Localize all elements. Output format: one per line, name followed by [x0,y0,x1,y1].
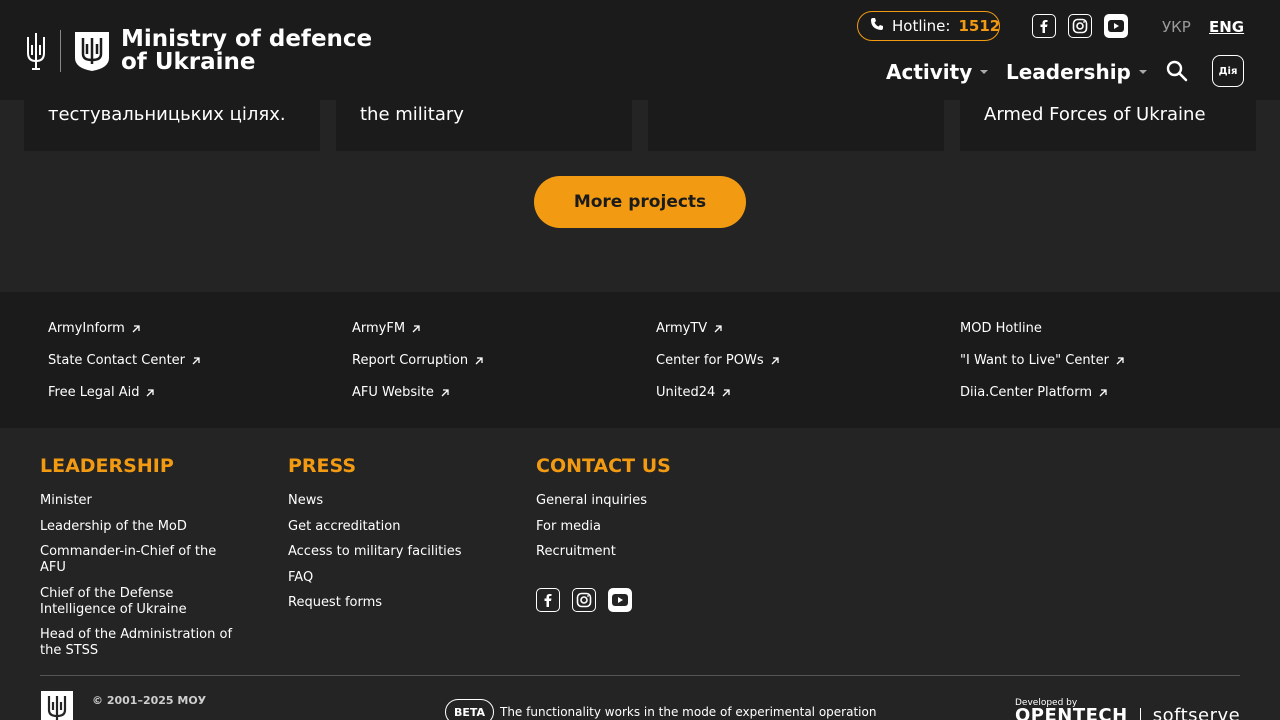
chevron-down-icon [1138,70,1147,74]
external-link-state-contact-center[interactable]: State Contact Center [48,353,201,368]
footer-link[interactable]: Recruitment [536,544,741,560]
lang-eng-link[interactable]: ENG [1209,18,1244,36]
beta-badge: BETA [445,699,495,720]
hotline-label: Hotline: [892,17,951,35]
youtube-icon[interactable] [1104,14,1128,38]
softserve-logo: softserve [1152,705,1241,720]
link-label: Diia.Center Platform [960,385,1093,400]
external-link-report-corruption[interactable]: Report Corruption [352,353,484,368]
link-label: MOD Hotline [960,321,1042,336]
link-mod-hotline[interactable]: MOD Hotline [960,321,1042,336]
link-label: "I Want to Live" Center [960,353,1109,368]
link-label: AFU Website [352,385,434,400]
youtube-icon[interactable] [608,588,632,612]
social-links-footer [536,588,632,612]
footer-shield-logo-icon [40,690,74,720]
external-link-armyinform[interactable]: ArmyInform [48,321,141,336]
footer-contact-title: CONTACT US [536,455,671,477]
footer-link[interactable]: Get accreditation [288,519,493,535]
search-icon[interactable] [1165,59,1189,83]
external-arrow-icon [771,356,779,364]
logo-divider [60,30,61,72]
footer-link[interactable]: Request forms [288,595,493,611]
footer-link[interactable]: Head of the Administration of the STSS [40,627,245,659]
external-link-united24[interactable]: United24 [656,385,731,400]
footer-link[interactable]: Leadership of the MoD [40,519,245,535]
lang-ukr-link[interactable]: УКР [1162,18,1191,36]
external-link-diia-center[interactable]: Diia.Center Platform [960,385,1108,400]
site-header: Ministry of defence of Ukraine Hotline: … [0,0,1280,100]
facebook-icon[interactable] [1032,14,1056,38]
footer-link[interactable]: Minister [40,493,245,509]
shield-logo-icon [73,30,111,72]
developer-logos[interactable]: OPENTECH softserve [1015,705,1240,720]
link-label: Center for POWs [656,353,764,368]
trident-icon [24,30,48,72]
external-link-center-for-pows[interactable]: Center for POWs [656,353,780,368]
instagram-icon[interactable] [1068,14,1092,38]
footer-link[interactable]: For media [536,519,741,535]
external-arrow-icon [714,324,722,332]
external-link-free-legal-aid[interactable]: Free Legal Aid [48,385,155,400]
external-link-i-want-to-live[interactable]: "I Want to Live" Center [960,353,1125,368]
opentech-logo: OPENTECH [1015,705,1128,720]
link-label: Report Corruption [352,353,469,368]
diia-button[interactable]: Дія [1212,55,1244,87]
project-card-text: Armed Forces of Ukraine [984,104,1206,125]
footer-link[interactable]: General inquiries [536,493,741,509]
link-label: ArmyFM [352,321,406,336]
link-label: State Contact Center [48,353,186,368]
logo-line-1: Ministry of defence [121,26,373,52]
footer-divider [40,675,1240,676]
project-card-text: тестувальницьких цілях. [48,104,286,125]
link-label: ArmyInform [48,321,125,336]
copyright-text: © 2001–2025 МОУ [92,694,207,707]
logo-line-2: of Ukraine [121,49,256,75]
external-arrow-icon [1116,356,1124,364]
footer-link[interactable]: Access to military facilities [288,544,493,560]
phone-icon [870,17,884,35]
link-label: ArmyTV [656,321,708,336]
external-link-afu-website[interactable]: AFU Website [352,385,450,400]
external-arrow-icon [192,356,200,364]
external-link-armyfm[interactable]: ArmyFM [352,321,421,336]
facebook-icon[interactable] [536,588,560,612]
chevron-down-icon [980,70,989,74]
link-label: United24 [656,385,716,400]
hotline-button[interactable]: Hotline: 1512 [857,11,1000,41]
external-arrow-icon [441,388,449,396]
nav-activity-label: Activity [886,60,973,84]
footer-leadership-title: LEADERSHIP [40,455,174,477]
external-arrow-icon [475,356,483,364]
external-arrow-icon [412,324,420,332]
instagram-icon[interactable] [572,588,596,612]
project-card-text: the military [360,104,464,125]
beta-notice: The functionality works in the mode of e… [500,705,877,719]
hotline-number: 1512 [958,17,1001,35]
external-link-armytv[interactable]: ArmyTV [656,321,723,336]
link-label: Free Legal Aid [48,385,140,400]
social-links-header [1032,14,1128,38]
logo-text: Ministry of defence of Ukraine [121,28,372,74]
more-projects-button[interactable]: More projects [534,176,746,228]
external-arrow-icon [132,324,140,332]
footer-link[interactable]: Commander-in-Chief of the AFU [40,544,245,576]
footer-link[interactable]: News [288,493,493,509]
footer-link[interactable]: FAQ [288,570,493,586]
nav-leadership-label: Leadership [1006,60,1131,84]
footer-link[interactable]: Chief of the Defense Intelligence of Ukr… [40,586,245,618]
site-logo[interactable]: Ministry of defence of Ukraine [24,28,372,74]
external-arrow-icon [146,388,155,396]
external-arrow-icon [722,388,730,396]
external-links-band: ArmyInform State Contact Center Free Leg… [0,292,1280,428]
external-arrow-icon [1099,388,1107,396]
logo-separator [1139,707,1141,720]
nav-leadership[interactable]: Leadership [1006,60,1147,84]
nav-activity[interactable]: Activity [886,60,989,84]
footer-press-title: PRESS [288,455,357,477]
